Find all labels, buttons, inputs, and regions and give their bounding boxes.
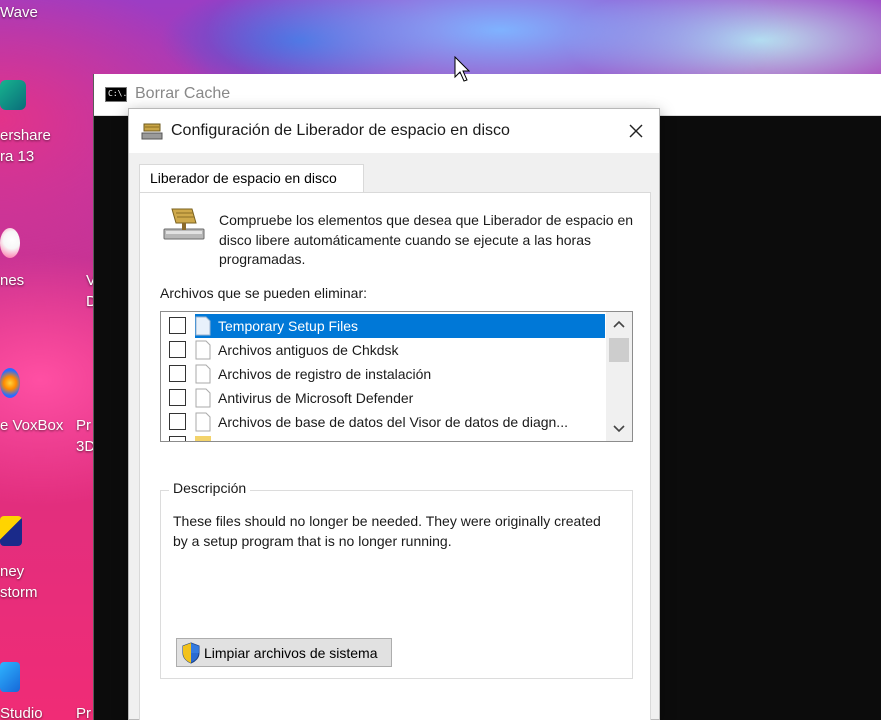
desktop-icon-label: ney bbox=[0, 563, 25, 580]
filmora-icon[interactable] bbox=[0, 80, 26, 110]
files-label: Archivos que se pueden eliminar: bbox=[160, 285, 368, 301]
list-item[interactable]: Archivos de base de datos del Visor de d… bbox=[161, 410, 605, 434]
desktop-icon-label: storm bbox=[0, 584, 38, 601]
description-legend: Descripción bbox=[169, 480, 251, 496]
desktop-icon-itunes[interactable]: nes bbox=[0, 270, 24, 291]
tab-panel: Compruebe los elementos que desea que Li… bbox=[139, 192, 651, 720]
desktop-icon-label: Wave bbox=[0, 4, 38, 21]
voxbox-icon[interactable] bbox=[0, 368, 20, 398]
dialog-title: Configuración de Liberador de espacio en… bbox=[171, 122, 510, 139]
close-button[interactable] bbox=[613, 109, 659, 153]
file-checkbox[interactable] bbox=[169, 389, 186, 406]
console-app-icon: C:\. bbox=[105, 87, 127, 102]
chevron-up-icon bbox=[613, 320, 625, 328]
file-checkbox[interactable] bbox=[169, 365, 186, 382]
desktop-icon-storm[interactable]: ney storm bbox=[0, 561, 38, 603]
desktop-icon-label: ershare bbox=[0, 127, 51, 144]
scroll-thumb[interactable] bbox=[609, 338, 629, 362]
file-checkbox[interactable] bbox=[169, 413, 186, 430]
mouse-cursor-icon bbox=[454, 56, 470, 82]
file-checkbox[interactable] bbox=[169, 341, 186, 358]
list-item[interactable]: Archivos de registro de instalación bbox=[161, 362, 605, 386]
chevron-down-icon bbox=[613, 425, 625, 433]
list-item[interactable]: Archivos antiguos de Chkdsk bbox=[161, 338, 605, 362]
listbox-scrollbar[interactable] bbox=[606, 312, 632, 441]
file-label: Temporary Setup Files bbox=[218, 318, 359, 334]
disk-cleanup-dialog: Configuración de Liberador de espacio en… bbox=[128, 108, 660, 720]
intro-text: Compruebe los elementos que desea que Li… bbox=[219, 212, 634, 267]
scroll-down-button[interactable] bbox=[606, 419, 632, 439]
file-icon bbox=[195, 340, 211, 360]
clean-system-files-label: Limpiar archivos de sistema bbox=[204, 644, 378, 661]
partial-checkbox[interactable] bbox=[169, 436, 186, 441]
desktop-icon-label: e VoxBox bbox=[0, 417, 64, 434]
close-icon bbox=[629, 124, 643, 138]
files-listbox[interactable]: Temporary Setup Files Archivos antiguos … bbox=[160, 311, 633, 442]
desktop-icon-label: Pr bbox=[76, 705, 91, 720]
desktop-icon-label: nes bbox=[0, 272, 25, 289]
disk-cleanup-icon bbox=[141, 123, 163, 140]
dialog-titlebar[interactable]: Configuración de Liberador de espacio en… bbox=[129, 109, 659, 153]
storm-icon[interactable] bbox=[0, 516, 22, 546]
desktop-icon-wave[interactable]: Wave bbox=[0, 2, 38, 23]
file-checkbox[interactable] bbox=[169, 317, 186, 334]
file-label: Archivos antiguos de Chkdsk bbox=[218, 342, 399, 358]
file-icon bbox=[195, 364, 211, 384]
file-label: Archivos de base de datos del Visor de d… bbox=[218, 414, 568, 430]
scroll-up-button[interactable] bbox=[606, 314, 632, 334]
console-title: Borrar Cache bbox=[135, 85, 231, 102]
list-item[interactable]: Temporary Setup Files bbox=[161, 314, 605, 338]
studio-icon[interactable] bbox=[0, 662, 20, 692]
desktop-icon-filmora[interactable]: ershare ra 13 bbox=[0, 125, 51, 167]
tab-disk-cleanup[interactable]: Liberador de espacio en disco bbox=[139, 164, 364, 193]
desktop-icon-label: Studio bbox=[0, 705, 43, 720]
file-icon bbox=[195, 388, 211, 408]
file-label: Antivirus de Microsoft Defender bbox=[218, 390, 414, 406]
file-icon bbox=[195, 316, 211, 336]
desktop-icon-partial[interactable]: Pr bbox=[76, 703, 91, 720]
description-text: These files should no longer be needed. … bbox=[173, 513, 601, 549]
clean-system-files-button[interactable]: Limpiar archivos de sistema bbox=[176, 638, 392, 667]
partial-folder-icon bbox=[195, 436, 211, 441]
file-icon bbox=[195, 412, 211, 432]
desktop-icon-studio[interactable]: Studio bbox=[0, 703, 43, 720]
file-label: Archivos de registro de instalación bbox=[218, 366, 432, 382]
description-group: Descripción These files should no longer… bbox=[160, 480, 633, 679]
desktop-icon-label: ra 13 bbox=[0, 148, 35, 165]
list-item[interactable]: Antivirus de Microsoft Defender bbox=[161, 386, 605, 410]
uac-shield-icon bbox=[182, 641, 200, 664]
desktop-icon-voxbox[interactable]: e VoxBox bbox=[0, 415, 63, 436]
disk-cleanup-broom-icon bbox=[163, 208, 205, 240]
itunes-icon[interactable] bbox=[0, 228, 20, 258]
